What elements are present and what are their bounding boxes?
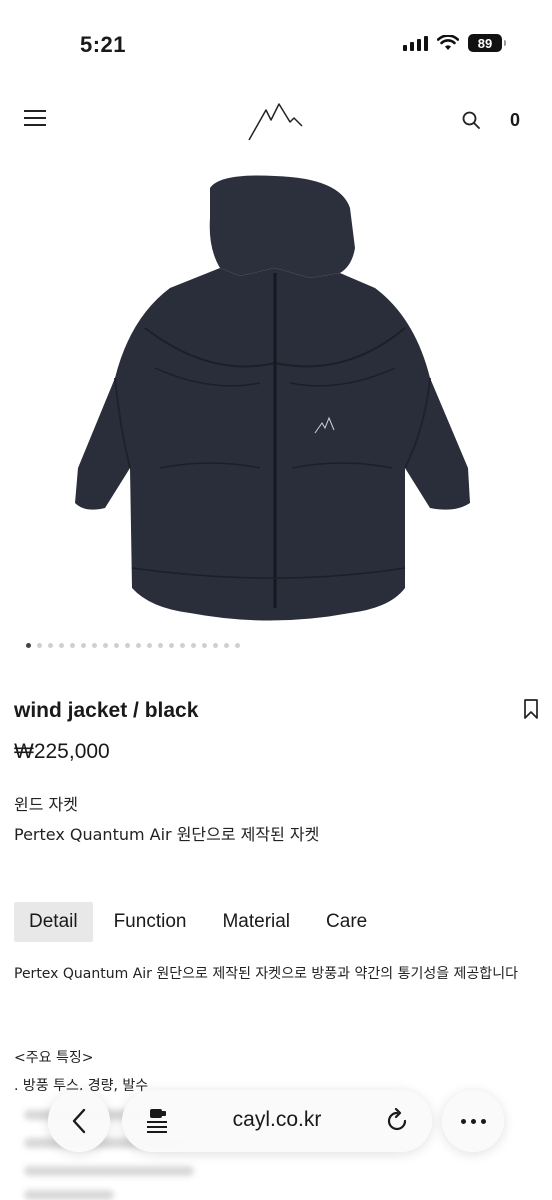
more-options-button[interactable]: [442, 1090, 504, 1152]
carousel-dot[interactable]: [81, 643, 86, 648]
battery-level: 89: [477, 35, 493, 51]
detail-description: Pertex Quantum Air 원단으로 제작된 자켓으로 방풍과 약간의…: [14, 966, 518, 982]
tab-material[interactable]: Material: [207, 902, 305, 942]
carousel-dot[interactable]: [136, 643, 141, 648]
carousel-dot[interactable]: [147, 643, 152, 648]
tab-detail[interactable]: Detail: [14, 902, 93, 942]
tab-care[interactable]: Care: [311, 902, 382, 942]
status-bar: 5:21 89: [0, 0, 552, 90]
product-price: ₩225,000: [14, 740, 110, 763]
carousel-dot[interactable]: [37, 643, 42, 648]
battery-icon: 89: [468, 34, 506, 52]
faded-content: [24, 1166, 194, 1176]
cellular-signal-icon: [403, 35, 428, 51]
search-icon[interactable]: [461, 110, 481, 130]
carousel-dot[interactable]: [103, 643, 108, 648]
hamburger-menu-icon[interactable]: [24, 110, 46, 128]
carousel-dot[interactable]: [125, 643, 130, 648]
product-subtitle: 윈드 자켓: [14, 795, 78, 814]
more-dot: [460, 1118, 466, 1124]
info-tabs: Detail Function Material Care: [14, 902, 388, 942]
carousel-dot[interactable]: [213, 643, 218, 648]
carousel-dot[interactable]: [70, 643, 75, 648]
carousel-dot[interactable]: [202, 643, 207, 648]
site-header: 0: [0, 90, 552, 150]
product-image[interactable]: [60, 168, 492, 628]
carousel-dot[interactable]: [191, 643, 196, 648]
tab-function[interactable]: Function: [99, 902, 202, 942]
carousel-dots: [26, 643, 240, 648]
carousel-dot[interactable]: [59, 643, 64, 648]
carousel-dot[interactable]: [180, 643, 185, 648]
carousel-dot[interactable]: [26, 643, 31, 648]
back-button[interactable]: [48, 1090, 110, 1152]
chevron-left-icon: [72, 1108, 86, 1134]
bookmark-icon[interactable]: [522, 698, 540, 720]
reload-icon[interactable]: [384, 1108, 410, 1134]
browser-toolbar: cayl.co.kr: [16, 1090, 536, 1152]
address-bar[interactable]: cayl.co.kr: [122, 1090, 432, 1152]
product-name: wind jacket / black: [14, 699, 199, 722]
status-time: 5:21: [80, 32, 127, 57]
features-title: <주요 특징>: [14, 1050, 94, 1066]
carousel-dot[interactable]: [224, 643, 229, 648]
mountain-logo[interactable]: [246, 100, 304, 142]
wifi-icon: [437, 35, 459, 50]
carousel-dot[interactable]: [92, 643, 97, 648]
faded-content: [24, 1190, 114, 1200]
carousel-dot[interactable]: [235, 643, 240, 648]
carousel-dot[interactable]: [158, 643, 163, 648]
product-short-description: Pertex Quantum Air 원단으로 제작된 자켓: [14, 825, 320, 844]
more-dot: [480, 1118, 486, 1124]
more-dot: [470, 1118, 476, 1124]
carousel-dot[interactable]: [169, 643, 174, 648]
carousel-dot[interactable]: [114, 643, 119, 648]
cart-count[interactable]: 0: [510, 110, 520, 131]
carousel-dot[interactable]: [48, 643, 53, 648]
status-icons: 89: [403, 34, 506, 52]
